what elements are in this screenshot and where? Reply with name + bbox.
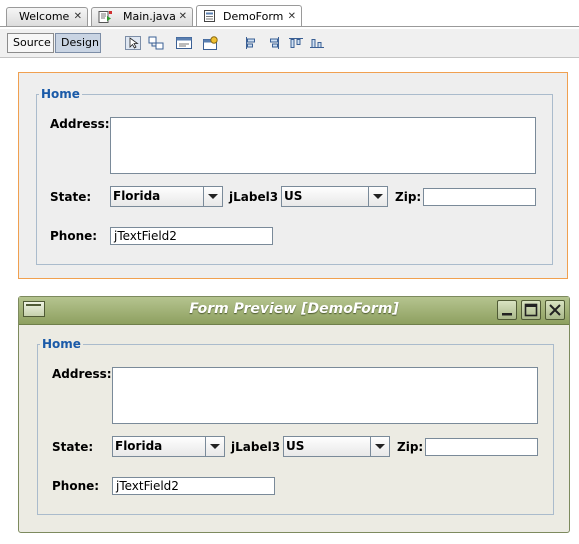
state-label: State: <box>50 190 92 204</box>
state-combobox[interactable]: Florida <box>112 436 225 457</box>
address-textarea[interactable] <box>110 117 536 174</box>
phone-field[interactable]: jTextField2 <box>110 227 273 245</box>
preview-title: Form Preview [DemoForm] <box>189 301 399 317</box>
minimize-icon <box>502 313 512 316</box>
form-file-icon <box>204 10 215 22</box>
chevron-down-icon[interactable] <box>205 437 224 456</box>
phone-label: Phone: <box>50 229 98 243</box>
close-button[interactable] <box>545 300 565 320</box>
close-icon <box>549 304 561 316</box>
selection-mode-icon[interactable] <box>125 36 141 50</box>
close-icon[interactable]: ✕ <box>74 8 82 26</box>
align-bottom-icon[interactable] <box>310 36 324 50</box>
tab-underline <box>0 26 579 27</box>
tab-welcome[interactable]: Welcome ✕ <box>6 7 88 26</box>
align-top-icon[interactable] <box>289 36 303 50</box>
align-right-icon[interactable] <box>268 36 280 50</box>
chevron-down-icon[interactable] <box>370 437 389 456</box>
state-combobox-value: Florida <box>113 189 161 203</box>
state-label: State: <box>52 440 94 454</box>
close-icon[interactable]: ✕ <box>288 6 296 27</box>
state-combobox[interactable]: Florida <box>110 186 223 207</box>
country-combobox[interactable]: US <box>283 436 390 457</box>
editor-tab-strip: Welcome ✕ Main.java ✕ DemoForm ✕ <box>0 0 579 30</box>
connection-mode-icon[interactable] <box>148 36 164 50</box>
java-file-icon <box>98 11 112 23</box>
tab-main-java[interactable]: Main.java ✕ <box>91 7 193 26</box>
phone-field[interactable]: jTextField2 <box>112 477 275 495</box>
country-combobox[interactable]: US <box>281 186 388 207</box>
state-combobox-value: Florida <box>115 439 163 453</box>
maximize-icon <box>524 303 538 317</box>
address-label: Address: <box>50 117 110 131</box>
design-button[interactable]: Design <box>55 33 101 53</box>
preview-title-bar[interactable]: Form Preview [DemoForm] <box>19 297 569 325</box>
designer-toolbar: Source Design <box>0 29 579 58</box>
tab-label: Welcome <box>19 10 70 23</box>
source-button[interactable]: Source <box>7 33 54 53</box>
preview-design-icon[interactable] <box>176 36 192 50</box>
maximize-button[interactable] <box>521 300 541 320</box>
close-icon[interactable]: ✕ <box>179 8 187 26</box>
phone-label: Phone: <box>52 479 100 493</box>
chevron-down-icon[interactable] <box>368 187 387 206</box>
jlabel3: jLabel3 <box>229 190 279 204</box>
country-combobox-value: US <box>286 439 305 453</box>
tab-demoform[interactable]: DemoForm ✕ <box>196 5 302 27</box>
chevron-down-icon[interactable] <box>203 187 222 206</box>
align-left-icon[interactable] <box>245 36 257 50</box>
form-preview-window[interactable]: Form Preview [DemoForm] Home Address: St… <box>18 296 570 533</box>
address-label: Address: <box>52 367 112 381</box>
address-textarea[interactable] <box>112 367 538 424</box>
zip-label: Zip: <box>397 440 424 454</box>
test-form-icon[interactable] <box>203 36 219 50</box>
zip-field[interactable] <box>423 188 536 206</box>
tab-label: DemoForm <box>223 10 284 23</box>
zip-label: Zip: <box>395 190 422 204</box>
form-designer-panel[interactable]: Home Address: State: Florida jLabel3 US … <box>18 72 568 279</box>
minimize-button[interactable] <box>497 300 517 320</box>
home-panel-title: Home <box>42 337 81 351</box>
tab-label: Main.java <box>123 10 176 23</box>
jlabel3: jLabel3 <box>231 440 281 454</box>
home-panel-title: Home <box>41 87 80 101</box>
country-combobox-value: US <box>284 189 303 203</box>
zip-field[interactable] <box>425 438 538 456</box>
